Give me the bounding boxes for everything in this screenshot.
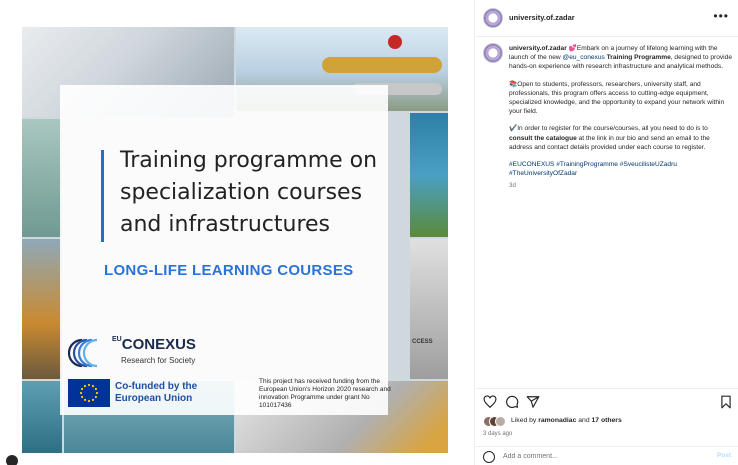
photo-tile-diagram	[410, 239, 448, 379]
ccess-label: CCESS	[412, 339, 433, 345]
post-headline: Training programme on specialization cou…	[120, 148, 378, 237]
post-timestamp[interactable]: 3 days ago	[483, 431, 512, 437]
more-horizontal-icon[interactable]: •••	[713, 9, 729, 23]
photo-tile-fisher	[22, 239, 62, 379]
user-tag-icon[interactable]	[6, 455, 18, 465]
comment-bar: Post	[475, 446, 738, 465]
likes-middle: and	[576, 417, 592, 424]
mention-link[interactable]: @eu_conexus	[563, 54, 605, 61]
likes-prefix: Liked by	[511, 417, 539, 424]
conexus-prefix: EU	[112, 336, 122, 343]
bookmark-icon[interactable]	[719, 395, 733, 409]
photo-tile-sea	[22, 381, 62, 453]
post-subheadline: LONG-LIFE LEARNING COURSES	[104, 262, 354, 279]
caption-text: ✔️In order to register for the course/co…	[509, 125, 708, 133]
post-sidebar: university.of.zadar ••• university.of.za…	[474, 0, 738, 465]
cofunded-label: Co-funded by the European Union	[115, 381, 198, 404]
heart-icon[interactable]	[483, 395, 497, 409]
avatar[interactable]	[483, 8, 503, 28]
conexus-logo-icon	[68, 338, 98, 368]
photo-tile-palm	[410, 113, 448, 237]
conexus-name: CONEXUS	[121, 336, 196, 353]
conexus-tagline: Research for Society	[121, 356, 196, 365]
caption-age: 3d	[509, 182, 516, 190]
likes-others[interactable]: 17 others	[592, 417, 622, 424]
avatar	[495, 416, 506, 427]
caption-bold: consult the catalogue	[509, 134, 577, 142]
comment-input[interactable]	[503, 450, 703, 463]
header-username[interactable]: university.of.zadar	[509, 13, 575, 22]
action-bar	[475, 388, 738, 409]
caption-avatar[interactable]	[483, 43, 503, 63]
caption-username[interactable]: university.of.zadar	[509, 45, 567, 52]
eu-flag-icon	[68, 379, 110, 407]
accent-line	[101, 150, 104, 242]
post-media[interactable]: Training programme on specialization cou…	[0, 0, 474, 465]
comment-icon[interactable]	[505, 395, 519, 409]
post-comment-button[interactable]: Post	[717, 452, 731, 459]
title-panel	[60, 85, 388, 415]
photo-tile-lab	[22, 119, 62, 237]
emoji-icon[interactable]	[483, 451, 495, 463]
pipe-graphic	[322, 57, 442, 73]
conexus-wordmark: EUCONEXUS	[112, 336, 196, 353]
post-header: university.of.zadar •••	[475, 0, 738, 37]
caption-bold: Training Programme	[606, 54, 671, 62]
likes-text[interactable]: Liked by ramonadiac and 17 others	[511, 417, 622, 424]
share-icon[interactable]	[526, 395, 540, 409]
liker-username[interactable]: ramonadiac	[538, 417, 576, 424]
hashtag-links[interactable]: #EUCONEXUS #TrainingProgramme #Sveucilis…	[509, 160, 733, 178]
post-caption: university.of.zadar 💕Embark on a journey…	[509, 44, 733, 191]
caption-paragraph: 📚Open to students, professors, researche…	[509, 80, 725, 116]
valve-graphic	[388, 35, 402, 49]
funding-note: This project has received funding from t…	[259, 378, 391, 409]
